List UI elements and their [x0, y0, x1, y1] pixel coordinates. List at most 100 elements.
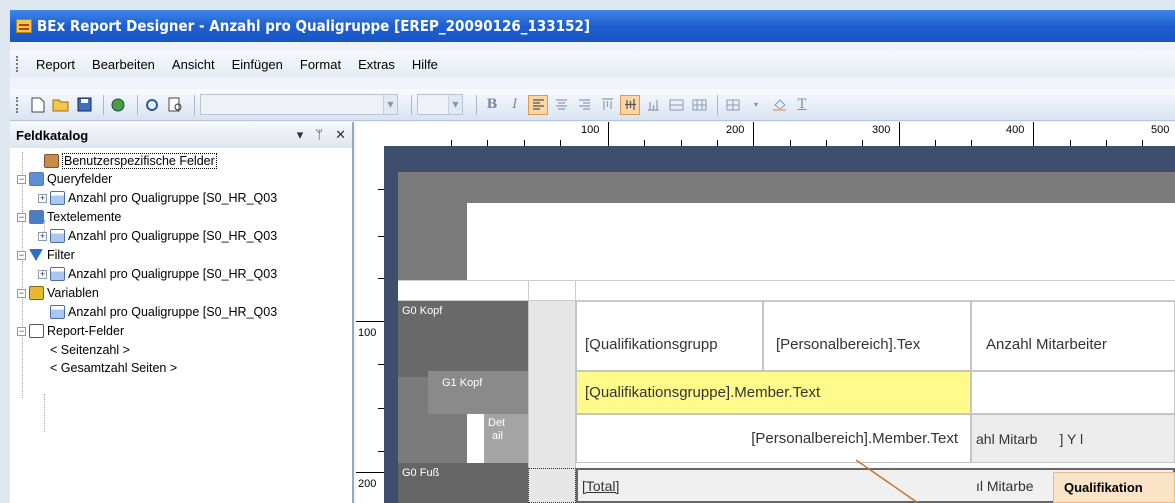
report-page: G0 Kopf G1 Kopf Det ail G0 Fuß [Qualifik… — [398, 172, 1175, 503]
vertical-ruler: 100 200 — [356, 146, 384, 503]
tree-node-page-number[interactable]: < Seitenzahl > — [50, 341, 130, 359]
expand-icon[interactable]: + — [38, 269, 47, 279]
menu-einfuegen[interactable]: Einfügen — [232, 57, 283, 72]
ruler-label: 400 — [1006, 124, 1025, 136]
font-combo[interactable]: ▼ — [200, 94, 398, 115]
expand-icon[interactable]: + — [38, 193, 47, 203]
tree-label: Textelemente — [47, 210, 122, 224]
collapse-icon[interactable]: − — [17, 174, 26, 184]
align-left-icon[interactable] — [528, 94, 548, 115]
tree-node-query-fields[interactable]: − Queryfelder — [17, 170, 112, 188]
tree-label: Benutzerspezifische Felder — [62, 153, 217, 169]
field-catalog-header: Feldkatalog ▾ ᛘ ✕ — [10, 122, 352, 148]
pin-icon[interactable]: ᛘ — [315, 127, 323, 143]
print-preview-icon[interactable] — [166, 96, 184, 114]
menu-report[interactable]: Report — [36, 57, 75, 72]
ruler-label: 300 — [872, 124, 891, 136]
tree-label: Anzahl pro Qualigruppe [S0_HR_Q03 — [68, 229, 278, 243]
query-fields-icon — [29, 172, 44, 186]
table-icon — [50, 191, 65, 205]
toolbar: ▼ ▼ B I ▾ T — [10, 89, 1175, 121]
align-right-icon[interactable] — [574, 95, 594, 115]
valign-middle-icon[interactable] — [620, 94, 640, 115]
tree-label: < Gesamtzahl Seiten > — [50, 361, 178, 375]
tree-node-custom-fields[interactable]: Benutzerspezifische Felder — [44, 152, 217, 170]
menu-bearbeiten[interactable]: Bearbeiten — [92, 57, 155, 72]
field-catalog-title: Feldkatalog — [16, 127, 89, 143]
tree-node-variables-item[interactable]: Anzahl pro Qualigruppe [S0_HR_Q03 — [50, 303, 277, 321]
query-icon[interactable] — [109, 96, 127, 114]
toolbar-grip[interactable] — [16, 96, 19, 113]
toolbar-separator — [194, 94, 195, 115]
menu-ansicht[interactable]: Ansicht — [172, 57, 215, 72]
save-icon[interactable] — [75, 96, 93, 114]
tree-label: Queryfelder — [47, 172, 113, 186]
new-document-icon[interactable] — [29, 96, 47, 114]
collapse-icon[interactable]: − — [17, 212, 26, 222]
custom-field-icon — [44, 154, 59, 168]
tree-node-query-item[interactable]: + Anzahl pro Qualigruppe [S0_HR_Q03 — [38, 189, 277, 207]
bold-button[interactable]: B — [482, 95, 502, 115]
text-elements-icon — [29, 210, 44, 224]
filter-icon — [29, 249, 43, 261]
design-canvas[interactable]: 100 200 300 400 500 100 200 G0 Kopf G1 K… — [356, 122, 1175, 503]
menubar-grip[interactable] — [16, 56, 19, 72]
variables-icon — [29, 286, 44, 300]
align-center-icon[interactable] — [551, 95, 571, 115]
collapse-icon[interactable]: − — [17, 288, 26, 298]
ruler-label: 200 — [358, 478, 377, 490]
open-folder-icon[interactable] — [52, 96, 70, 114]
panel-dropdown-icon[interactable]: ▾ — [297, 127, 304, 143]
menu-format[interactable]: Format — [300, 57, 341, 72]
ruler-label: 500 — [1151, 124, 1170, 136]
table-icon — [50, 267, 65, 281]
chevron-down-icon[interactable]: ▼ — [448, 95, 462, 114]
valign-top-icon[interactable] — [597, 95, 617, 115]
window-title: BEx Report Designer - Anzahl pro Qualigr… — [37, 17, 591, 35]
tree-node-text-elements[interactable]: − Textelemente — [17, 208, 121, 226]
font-size-combo[interactable]: ▼ — [417, 94, 463, 115]
ruler-label: 100 — [581, 124, 600, 136]
split-cells-icon[interactable] — [689, 95, 709, 115]
merge-cells-icon[interactable] — [666, 95, 686, 115]
popup-label: Qualifikation — [1064, 480, 1143, 495]
valign-bottom-icon[interactable] — [643, 95, 663, 115]
expand-icon[interactable]: + — [38, 231, 47, 241]
annotation-arrow — [855, 459, 919, 503]
collapse-icon[interactable]: − — [17, 326, 26, 336]
fill-color-icon[interactable] — [769, 95, 789, 115]
refresh-icon[interactable] — [143, 96, 161, 114]
tree-label: Anzahl pro Qualigruppe [S0_HR_Q03 — [68, 305, 278, 319]
collapse-icon[interactable]: − — [17, 250, 26, 260]
menu-extras[interactable]: Extras — [358, 57, 395, 72]
tree-node-total-pages[interactable]: < Gesamtzahl Seiten > — [50, 359, 177, 377]
ruler-label: 100 — [358, 327, 377, 339]
horizontal-ruler: 100 200 300 400 500 — [356, 122, 1175, 146]
tree-label: Variablen — [47, 286, 99, 300]
field-catalog-panel: Feldkatalog ▾ ᛘ ✕ Benutzerspezifische Fe… — [10, 122, 354, 503]
menu-bar: Report Bearbeiten Ansicht Einfügen Forma… — [10, 51, 1175, 77]
tree-node-filter-item[interactable]: + Anzahl pro Qualigruppe [S0_HR_Q03 — [38, 265, 277, 283]
menu-hilfe[interactable]: Hilfe — [412, 57, 438, 72]
tree-node-variables[interactable]: − Variablen — [17, 284, 99, 302]
close-icon[interactable]: ✕ — [335, 127, 346, 143]
tree-node-filter[interactable]: − Filter — [17, 246, 75, 264]
font-color-button[interactable]: T — [792, 95, 812, 115]
tree-label: Anzahl pro Qualigruppe [S0_HR_Q03 — [68, 267, 278, 281]
toolbar-separator — [137, 94, 138, 115]
chevron-down-icon[interactable]: ▼ — [383, 95, 397, 114]
toolbar-separator — [411, 94, 412, 115]
italic-button[interactable]: I — [505, 95, 525, 115]
tree-label: Anzahl pro Qualigruppe [S0_HR_Q03 — [68, 191, 278, 205]
border-icon[interactable] — [723, 95, 743, 115]
tree-node-report-fields[interactable]: − Report-Felder — [17, 322, 124, 340]
chevron-down-icon[interactable]: ▾ — [746, 95, 766, 115]
tree-label: Report-Felder — [47, 324, 125, 338]
ruler-label: 200 — [726, 124, 745, 136]
tree-node-text-item[interactable]: + Anzahl pro Qualigruppe [S0_HR_Q03 — [38, 227, 277, 245]
table-icon — [50, 305, 65, 319]
tooltip-popup: Qualifikation — [1053, 472, 1175, 503]
toolbar-separator — [103, 94, 104, 115]
toolbar-separator — [717, 94, 718, 115]
toolbar-separator — [476, 94, 477, 115]
